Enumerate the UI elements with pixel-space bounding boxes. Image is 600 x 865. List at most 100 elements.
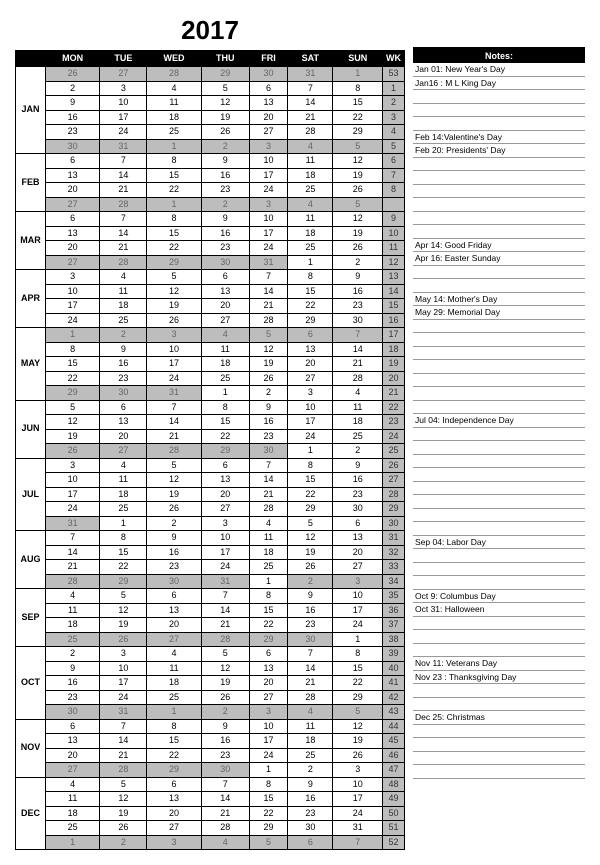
day-cell: 4: [46, 777, 100, 792]
day-cell: 27: [288, 371, 333, 386]
day-cell: 6: [147, 589, 201, 604]
day-cell: 26: [147, 313, 201, 328]
day-cell: 22: [288, 487, 333, 502]
day-cell: 4: [288, 197, 333, 212]
week-number: [383, 197, 405, 212]
cal-row: APR345678913: [16, 270, 405, 285]
day-cell: 28: [100, 255, 147, 270]
cal-row: 1112131415161736: [16, 603, 405, 618]
day-cell: 8: [147, 212, 201, 227]
day-cell: 23: [288, 806, 333, 821]
day-cell: 2: [288, 574, 333, 589]
day-cell: 24: [249, 183, 287, 198]
day-cell: 31: [249, 255, 287, 270]
note-line: May 14: Mother's Day: [413, 293, 585, 307]
day-cell: 5: [147, 270, 201, 285]
note-line: [413, 698, 585, 712]
day-cell: 15: [147, 734, 201, 749]
day-cell: 28: [249, 502, 287, 517]
day-cell: 14: [147, 415, 201, 430]
day-cell: 23: [147, 560, 201, 575]
day-cell: 10: [249, 719, 287, 734]
week-number: 38: [383, 632, 405, 647]
day-cell: 3: [249, 197, 287, 212]
day-cell: 22: [147, 183, 201, 198]
day-cell: 30: [46, 705, 100, 720]
day-cell: 1: [46, 328, 100, 343]
note-line: [413, 333, 585, 347]
day-cell: 24: [249, 241, 287, 256]
day-cell: 6: [201, 458, 249, 473]
note-line: [413, 522, 585, 536]
day-cell: 8: [46, 342, 100, 357]
day-cell: 30: [249, 67, 287, 82]
day-cell: 30: [333, 502, 383, 517]
day-cell: 18: [333, 415, 383, 430]
day-cell: 30: [333, 313, 383, 328]
week-number: 27: [383, 473, 405, 488]
day-cell: 19: [249, 357, 287, 372]
day-cell: 22: [249, 806, 287, 821]
week-number: 22: [383, 400, 405, 415]
note-line: May 29: Memorial Day: [413, 306, 585, 320]
note-line: Jul 04: Independence Day: [413, 414, 585, 428]
day-cell: 23: [249, 429, 287, 444]
day-cell: 12: [46, 415, 100, 430]
day-cell: 26: [147, 502, 201, 517]
day-cell: 1: [288, 444, 333, 459]
cal-row: 1819202122232450: [16, 806, 405, 821]
day-cell: 1: [147, 139, 201, 154]
cal-row: 202122232425268: [16, 183, 405, 198]
cal-row: 2829303112334: [16, 574, 405, 589]
week-number: 2: [383, 96, 405, 111]
note-line: [413, 158, 585, 172]
day-cell: 13: [333, 531, 383, 546]
day-cell: 3: [147, 328, 201, 343]
day-cell: 12: [333, 154, 383, 169]
day-cell: 4: [147, 647, 201, 662]
day-cell: 20: [249, 110, 287, 125]
day-cell: 28: [249, 313, 287, 328]
day-cell: 2: [288, 763, 333, 778]
day-cell: 14: [249, 473, 287, 488]
note-line: Feb 20: Presidents' Day: [413, 144, 585, 158]
cal-row: DEC4567891048: [16, 777, 405, 792]
day-cell: 1: [249, 574, 287, 589]
day-cell: 19: [201, 110, 249, 125]
day-cell: 31: [333, 821, 383, 836]
day-cell: 25: [100, 313, 147, 328]
cal-row: 1819202122232437: [16, 618, 405, 633]
month-label-oct: OCT: [16, 647, 46, 720]
week-number: 30: [383, 516, 405, 531]
day-cell: 19: [333, 226, 383, 241]
month-label-feb: FEB: [16, 154, 46, 212]
day-cell: 24: [147, 371, 201, 386]
day-cell: 9: [100, 342, 147, 357]
day-cell: 30: [288, 821, 333, 836]
day-cell: 18: [249, 545, 287, 560]
cal-row: 1011121314151627: [16, 473, 405, 488]
day-cell: 11: [147, 96, 201, 111]
day-cell: 22: [249, 618, 287, 633]
day-cell: 15: [333, 661, 383, 676]
day-cell: 16: [288, 603, 333, 618]
day-cell: 3: [100, 81, 147, 96]
day-cell: 23: [201, 183, 249, 198]
day-cell: 2: [46, 81, 100, 96]
day-cell: 21: [201, 806, 249, 821]
day-cell: 8: [249, 589, 287, 604]
cal-row: 3112345630: [16, 516, 405, 531]
day-cell: 14: [100, 734, 147, 749]
note-line: [413, 441, 585, 455]
day-cell: 27: [100, 67, 147, 82]
day-cell: 25: [249, 560, 287, 575]
day-cell: 4: [333, 386, 383, 401]
day-cell: 10: [333, 777, 383, 792]
week-number: 18: [383, 342, 405, 357]
cal-row: 2526272829303151: [16, 821, 405, 836]
day-cell: 24: [249, 748, 287, 763]
header-wk: WK: [383, 51, 405, 67]
day-cell: 18: [288, 226, 333, 241]
cal-row: 293031123421: [16, 386, 405, 401]
day-cell: 29: [46, 386, 100, 401]
